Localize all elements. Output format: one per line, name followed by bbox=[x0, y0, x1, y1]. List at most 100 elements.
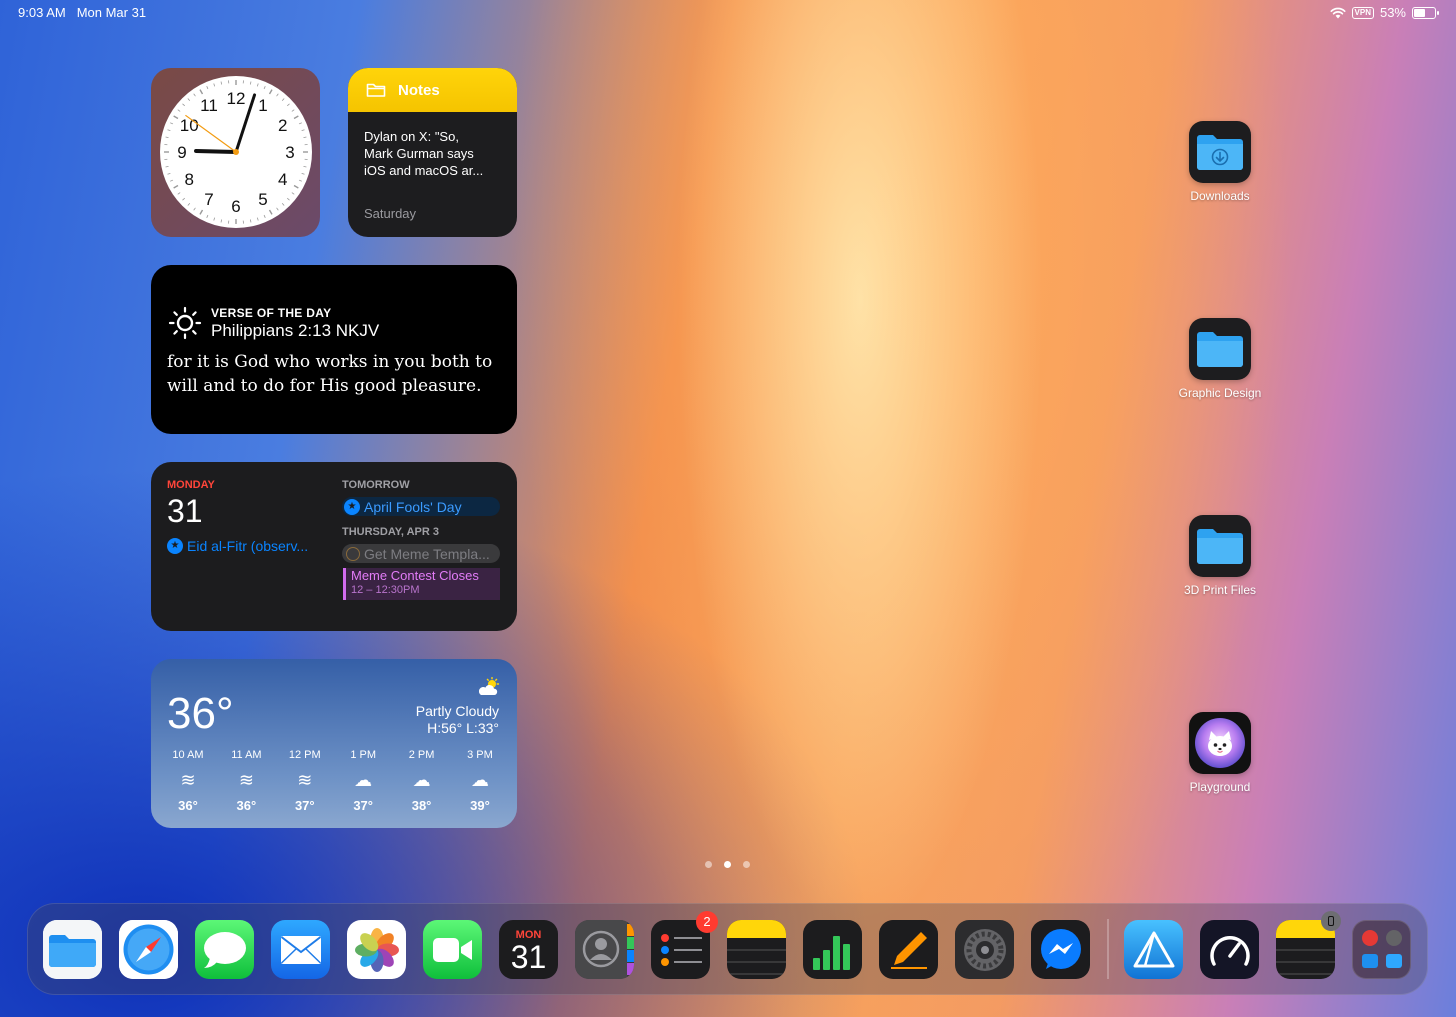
reminders-icon bbox=[660, 933, 702, 966]
clock-tick bbox=[167, 172, 171, 175]
status-bar-left: 9:03 AM Mon Mar 31 bbox=[18, 5, 146, 20]
reminder-title: Get Meme Templa... bbox=[364, 545, 490, 562]
cloud-icon: ☁ bbox=[470, 770, 489, 790]
calendar-event-time: 12 – 12:30PM bbox=[351, 584, 420, 596]
photos-icon bbox=[354, 927, 399, 972]
mail-icon bbox=[280, 935, 321, 964]
desktop-item-downloads[interactable]: Downloads bbox=[1160, 121, 1280, 203]
clock-numeral: 7 bbox=[204, 190, 213, 209]
clock-tick bbox=[263, 214, 266, 218]
dock-app-messages[interactable] bbox=[195, 920, 254, 979]
desktop-item-playground[interactable]: Playground bbox=[1160, 712, 1280, 794]
dock-app-notes[interactable] bbox=[727, 920, 786, 979]
weather-widget[interactable]: 36° Partly Cloudy H:56° L:33° 10 AM ≋ 36… bbox=[151, 659, 517, 828]
verse-of-the-day-widget[interactable]: VERSE OF THE DAY Philippians 2:13 NKJV f… bbox=[151, 265, 517, 434]
desktop-item-label: Playground bbox=[1189, 780, 1251, 794]
dock-app-messenger[interactable] bbox=[1031, 920, 1090, 979]
facetime-icon bbox=[432, 937, 472, 962]
forecast-temp: 36° bbox=[178, 798, 198, 813]
clock-tick bbox=[187, 98, 191, 101]
wind-icon: ≋ bbox=[180, 770, 196, 790]
verse-reference: Philippians 2:13 NKJV bbox=[211, 320, 380, 340]
clock-tick bbox=[268, 89, 273, 95]
clock-center bbox=[233, 149, 239, 155]
wind-icon: ≋ bbox=[238, 770, 254, 790]
clock-tick bbox=[291, 192, 295, 195]
pages-icon bbox=[890, 931, 927, 969]
calendar-event-tomorrow[interactable]: ★ April Fools' Day bbox=[342, 497, 500, 516]
hourly-forecast-item: 1 PM ☁ 37° bbox=[338, 749, 388, 813]
clock-tick bbox=[167, 129, 171, 132]
dock-app-notes-recent-slot bbox=[1276, 911, 1341, 979]
page-dot-current[interactable] bbox=[724, 861, 731, 868]
downloads-folder-icon bbox=[1189, 121, 1251, 183]
clock-tick bbox=[193, 207, 196, 211]
note-preview-line: iOS and macOS ar... bbox=[364, 163, 484, 178]
reminder-circle-icon bbox=[346, 546, 360, 561]
note-preview-line: Mark Gurman says bbox=[364, 146, 474, 161]
clock-tick bbox=[165, 165, 169, 168]
playground-icon bbox=[1189, 712, 1251, 774]
calendar-widget[interactable]: MONDAY 31 ★ Eid al-Fitr (observ... TOMOR… bbox=[151, 462, 517, 631]
clock-tick bbox=[276, 93, 279, 97]
clock-widget[interactable]: 12 1 2 3 4 5 6 7 8 9 10 11 bbox=[151, 68, 320, 237]
dock-app-contacts[interactable] bbox=[575, 920, 634, 979]
verse-kicker: VERSE OF THE DAY bbox=[211, 305, 332, 320]
folder-icon bbox=[1189, 515, 1251, 577]
clock-tick bbox=[173, 115, 179, 120]
verse-text: for it is God who works in you both to w… bbox=[167, 352, 493, 396]
calendar-event-meme-contest[interactable]: Meme Contest Closes 12 – 12:30PM bbox=[343, 568, 500, 600]
clock-tick bbox=[177, 192, 181, 195]
clock-tick bbox=[206, 86, 209, 90]
clock-tick bbox=[293, 184, 299, 189]
dock-app-speedtest[interactable] bbox=[1200, 920, 1259, 979]
page-indicator[interactable] bbox=[705, 861, 750, 868]
vpn-badge: VPN bbox=[1351, 6, 1374, 19]
page-dot[interactable] bbox=[705, 861, 712, 868]
clock-tick bbox=[298, 122, 302, 125]
clock-tick bbox=[213, 83, 216, 87]
page-dot[interactable] bbox=[743, 861, 750, 868]
dock-app-pages[interactable] bbox=[879, 920, 938, 979]
hourly-forecast-item: 3 PM ☁ 39° bbox=[455, 749, 505, 813]
dock-app-numbers[interactable] bbox=[803, 920, 862, 979]
clock-numeral: 8 bbox=[185, 170, 194, 189]
safari-icon bbox=[119, 920, 178, 979]
dock-app-photos[interactable] bbox=[347, 920, 406, 979]
wind-icon: ≋ bbox=[297, 770, 313, 790]
dock-app-library[interactable] bbox=[1352, 920, 1411, 979]
calendar-reminder[interactable]: Get Meme Templa... bbox=[342, 544, 500, 563]
messages-icon bbox=[203, 931, 246, 968]
battery-percent: 53% bbox=[1379, 5, 1406, 20]
clock-numeral: 2 bbox=[278, 116, 287, 135]
clock-tick bbox=[287, 197, 290, 201]
dock-app-facetime[interactable] bbox=[423, 920, 482, 979]
notes-widget[interactable]: Notes Dylan on X: "So, Mark Gurman says … bbox=[348, 68, 517, 237]
clock-tick bbox=[256, 83, 259, 87]
dock-app-files[interactable] bbox=[43, 920, 102, 979]
dock-app-reminders-slot: 2 bbox=[651, 911, 718, 979]
speedtest-icon bbox=[1209, 935, 1250, 966]
dock-app-safari[interactable] bbox=[119, 920, 178, 979]
note-preview-line: Dylan on X: "So, bbox=[364, 129, 459, 144]
forecast-time: 1 PM bbox=[350, 749, 377, 761]
dock-app-calendar[interactable]: MON 31 bbox=[499, 920, 558, 979]
desktop-item-3d-print-files[interactable]: 3D Print Files bbox=[1160, 515, 1280, 597]
analog-clock: 12 12 3 45678 9 1011 bbox=[164, 80, 308, 224]
notes-widget-title: Notes bbox=[398, 81, 440, 99]
clock-numeral: 10 bbox=[180, 116, 199, 135]
status-time: 9:03 AM bbox=[18, 5, 66, 20]
clock-tick bbox=[268, 209, 273, 215]
clock-numeral: 9 bbox=[177, 143, 186, 162]
calendar-event-today[interactable]: ★ Eid al-Fitr (observ... bbox=[167, 538, 308, 554]
dock-app-affinity-designer[interactable] bbox=[1124, 920, 1183, 979]
hourly-forecast-item: 2 PM ☁ 38° bbox=[397, 749, 447, 813]
notes-widget-header: Notes bbox=[348, 68, 517, 112]
clock-tick bbox=[170, 122, 174, 125]
dock-app-mail[interactable] bbox=[271, 920, 330, 979]
dock-app-settings[interactable] bbox=[955, 920, 1014, 979]
clock-tick bbox=[281, 203, 285, 206]
desktop-item-graphic-design[interactable]: Graphic Design bbox=[1160, 318, 1280, 400]
clock-tick bbox=[182, 197, 185, 201]
hourly-forecast-item: 12 PM ≋ 37° bbox=[280, 749, 330, 813]
